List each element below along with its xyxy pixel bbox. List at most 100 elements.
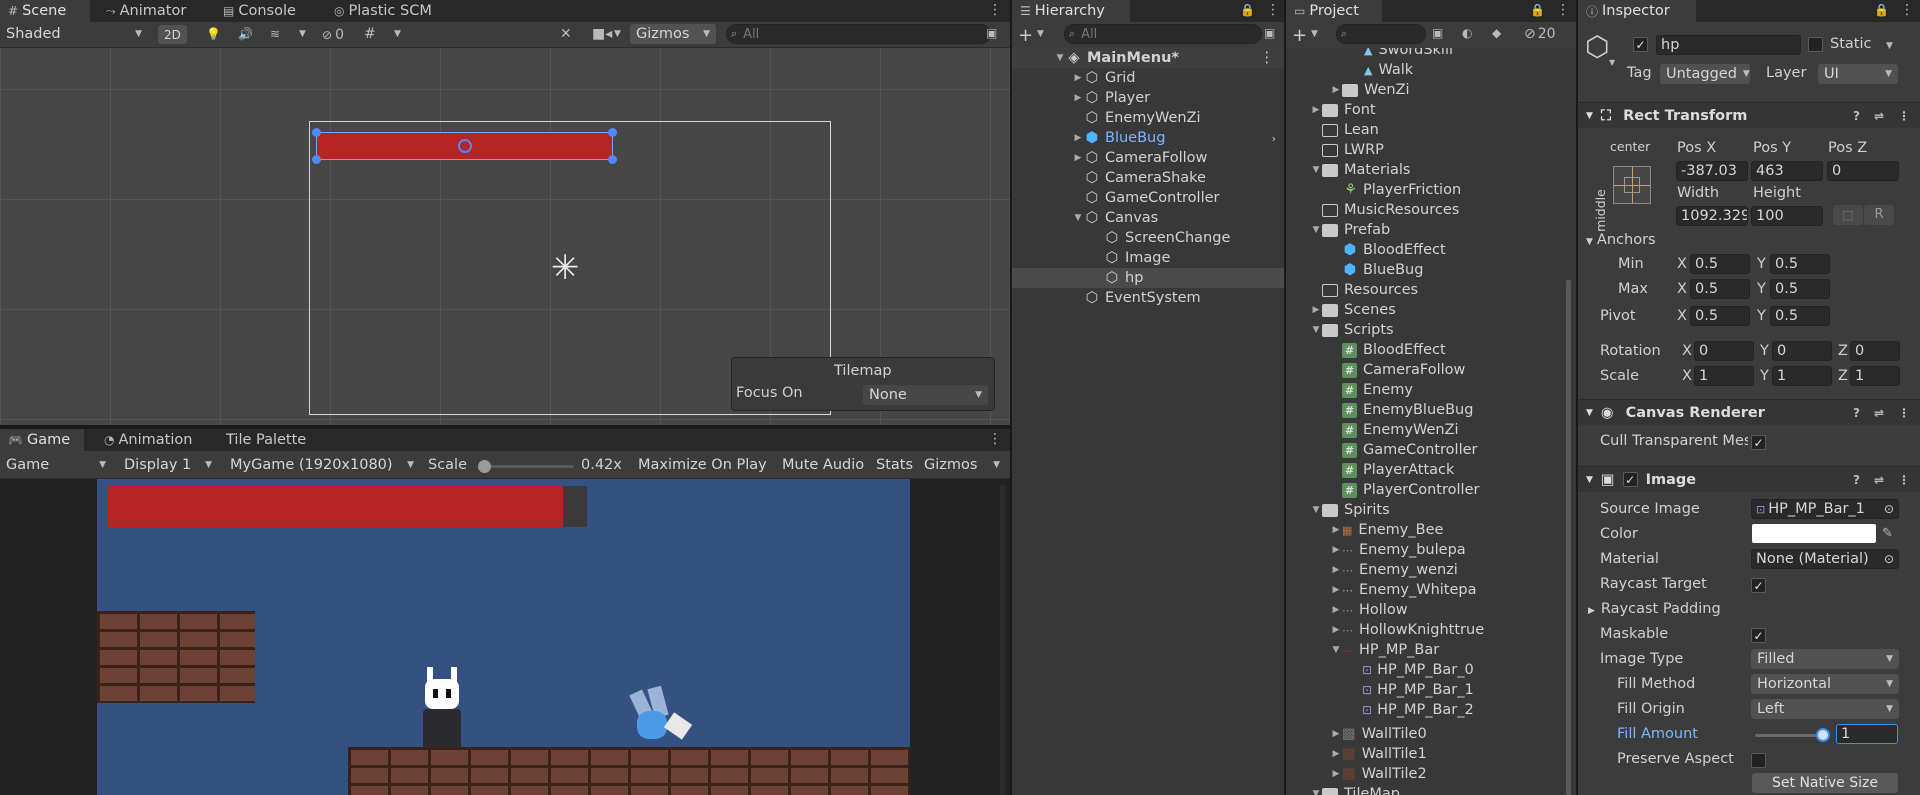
project-scrollbar[interactable] (1566, 280, 1571, 795)
display-dropdown[interactable]: Display 1 ▼ (118, 455, 218, 475)
search-options-icon[interactable]: ▣ (1264, 26, 1275, 40)
mute-audio-button[interactable]: Mute Audio (776, 455, 870, 475)
tab-tile-palette[interactable]: Tile Palette (218, 429, 314, 451)
tab-console[interactable]: ▤ Console (215, 0, 304, 22)
project-item[interactable]: # CameraFollow (1286, 360, 1465, 380)
raycast-padding-foldout[interactable]: ▶ Raycast Padding (1588, 601, 1721, 617)
anchor-presets-button[interactable] (1613, 166, 1651, 204)
hierarchy-item-enemywenzi[interactable]: ⬡ EnemyWenZi (1012, 108, 1201, 128)
scale-slider-thumb[interactable] (478, 460, 491, 473)
more-menu-icon[interactable]: ⋮ (1556, 2, 1570, 18)
project-item[interactable]: ▶ ⋯ Enemy_Whitepa (1286, 580, 1477, 600)
project-item[interactable]: MusicResources (1286, 200, 1459, 220)
raw-edit-button[interactable]: R (1864, 205, 1894, 225)
source-image-field[interactable]: ⊡ HP_MP_Bar_1 ⊙ (1751, 499, 1899, 519)
eyedropper-icon[interactable]: ✎ (1882, 526, 1893, 541)
pivot-x-input[interactable]: 0.5 (1690, 306, 1750, 326)
shading-dropdown[interactable]: Shaded ▼ (0, 24, 148, 44)
audio-icon[interactable]: 🔊 (238, 27, 253, 41)
static-checkbox[interactable] (1808, 37, 1823, 52)
chevron-right-icon[interactable]: ▶ (1072, 73, 1084, 83)
project-item[interactable]: ▶ Scenes (1286, 300, 1396, 320)
gizmos-dropdown[interactable]: Gizmos ▼ (630, 24, 716, 44)
project-item[interactable]: ⚘ PlayerFriction (1286, 180, 1461, 200)
more-menu-icon[interactable]: ⋮ (1898, 473, 1910, 487)
chevron-down-icon[interactable]: ▼ (1586, 408, 1593, 418)
chevron-down-icon[interactable]: ▼ (1310, 325, 1322, 335)
pos-z-input[interactable]: 0 (1827, 161, 1899, 181)
chevron-down-icon[interactable]: ▼ (394, 29, 401, 39)
image-type-dropdown[interactable]: Filled ▼ (1751, 649, 1899, 669)
visibility-icon[interactable]: ⊘ 0 (322, 27, 344, 43)
anchor-min-y-input[interactable]: 0.5 (1770, 254, 1830, 274)
more-menu-icon[interactable]: ⋮ (988, 431, 1002, 447)
pos-y-input[interactable]: 463 (1751, 161, 1823, 181)
tab-inspector[interactable]: ⓘ Inspector (1578, 0, 1696, 22)
project-item[interactable]: ▼ Materials (1286, 160, 1411, 180)
chevron-right-icon[interactable]: ▶ (1330, 525, 1342, 535)
fill-amount-slider-track[interactable] (1755, 728, 1830, 742)
chevron-right-icon[interactable]: ▶ (1330, 769, 1342, 779)
more-menu-icon[interactable]: ⋮ (1266, 2, 1280, 18)
rotation-y-input[interactable]: 0 (1772, 341, 1832, 361)
filter-icon[interactable]: ◐ (1462, 26, 1472, 40)
chevron-right-icon[interactable]: ▶ (1588, 606, 1595, 616)
chevron-down-icon[interactable]: ▼ (1054, 53, 1066, 63)
active-checkbox[interactable]: ✓ (1633, 37, 1648, 52)
more-menu-icon[interactable]: ⋮ (1898, 406, 1910, 420)
anchor-min-x-input[interactable]: 0.5 (1690, 254, 1750, 274)
add-icon[interactable]: + (1018, 25, 1033, 46)
hierarchy-item-canvas[interactable]: ▼ ⬡ Canvas (1012, 208, 1159, 228)
grid-snap-icon[interactable]: # (364, 26, 376, 42)
chevron-down-icon[interactable]: ▼ (1311, 29, 1318, 39)
project-item[interactable]: ⊡ HP_MP_Bar_2 (1286, 700, 1474, 720)
selection-handle[interactable] (608, 128, 617, 137)
chevron-down-icon[interactable]: ▼ (1072, 213, 1084, 223)
hierarchy-search-input[interactable]: ⌕ All (1064, 24, 1262, 44)
add-icon[interactable]: + (1292, 25, 1307, 46)
project-search-input[interactable]: ⌕ (1336, 24, 1426, 44)
hierarchy-scene-row[interactable]: ▼ ◈ MainMenu* ⋮ (1012, 48, 1284, 68)
rect-transform-header[interactable]: ▼ ⛶ Rect Transform ? ⇌ ⋮ (1578, 102, 1920, 128)
project-item[interactable]: ▶ ▦ Enemy_Bee (1286, 520, 1444, 540)
settings-icon[interactable]: ⇌ (1874, 109, 1884, 123)
project-item[interactable]: # Enemy (1286, 380, 1413, 400)
scale-slider-track[interactable] (478, 460, 574, 473)
project-item[interactable]: # BloodEffect (1286, 340, 1446, 360)
chevron-right-icon[interactable]: ▶ (1330, 625, 1342, 635)
game-gizmos-dropdown[interactable]: Gizmos ▼ (918, 455, 1006, 475)
chevron-down-icon[interactable]: ▼ (1586, 111, 1593, 121)
project-item[interactable]: # GameController (1286, 440, 1478, 460)
chevron-right-icon[interactable]: ▶ (1310, 305, 1322, 315)
project-item[interactable]: # PlayerController (1286, 480, 1479, 500)
lock-icon[interactable]: 🔒 (1874, 3, 1889, 17)
tab-hierarchy[interactable]: ☰ Hierarchy (1012, 0, 1130, 22)
chevron-down-icon[interactable]: ▼ (1330, 645, 1342, 655)
project-item[interactable]: ⬢ BlueBug (1286, 260, 1424, 280)
selection-handle[interactable] (608, 155, 617, 164)
project-item[interactable]: ⊡ HP_MP_Bar_1 (1286, 680, 1474, 700)
object-picker-icon[interactable]: ⊙ (1884, 502, 1894, 516)
label-icon[interactable]: ◆ (1492, 26, 1501, 40)
chevron-down-icon[interactable]: ▼ (299, 29, 306, 39)
hierarchy-item-camerashake[interactable]: ⬡ CameraShake (1012, 168, 1206, 188)
effects-icon[interactable]: ≋ (270, 27, 280, 41)
chevron-right-icon[interactable]: ▶ (1330, 545, 1342, 555)
project-item[interactable]: LWRP (1286, 140, 1384, 160)
material-field[interactable]: None (Material) ⊙ (1751, 549, 1899, 569)
rotation-x-input[interactable]: 0 (1694, 341, 1754, 361)
scene-search-input[interactable]: ⌕ All (726, 24, 991, 44)
rotation-z-input[interactable]: 0 (1850, 341, 1900, 361)
layer-dropdown[interactable]: UI ▼ (1818, 64, 1898, 84)
chevron-right-icon[interactable]: ▶ (1330, 605, 1342, 615)
light-icon[interactable]: 💡 (206, 27, 221, 41)
stats-button[interactable]: Stats (870, 455, 919, 475)
settings-icon[interactable]: ⇌ (1874, 406, 1884, 420)
game-scrollbar[interactable] (1000, 485, 1005, 795)
project-item[interactable]: # EnemyBlueBug (1286, 400, 1473, 420)
project-item[interactable]: ▼ Spirits (1286, 500, 1390, 520)
project-item[interactable]: ▲ Walk (1286, 60, 1413, 80)
canvas-renderer-header[interactable]: ▼ ◉ Canvas Renderer ? ⇌ ⋮ (1578, 399, 1920, 425)
pos-x-input[interactable]: -387.03 (1676, 161, 1748, 181)
chevron-down-icon[interactable]: ▼ (1310, 789, 1322, 795)
